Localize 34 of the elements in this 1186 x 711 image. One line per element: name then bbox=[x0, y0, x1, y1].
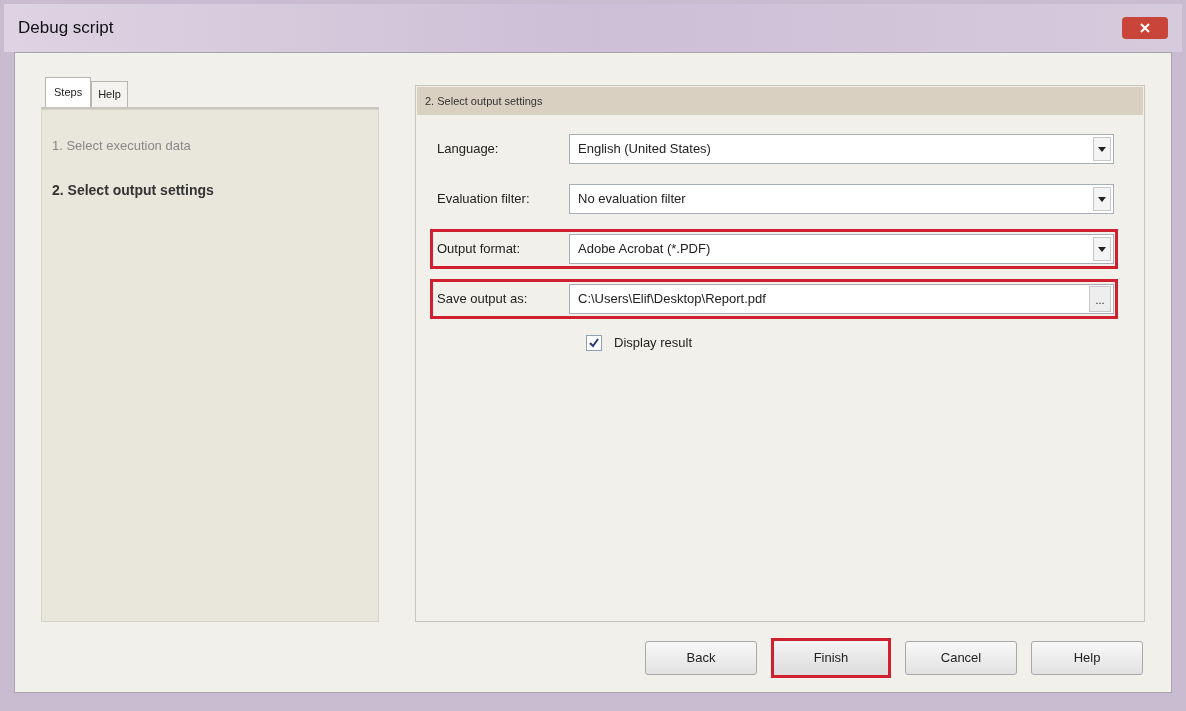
dialog-button[interactable]: Help bbox=[1031, 641, 1143, 675]
close-button[interactable] bbox=[1122, 17, 1168, 39]
field-value: C:\Users\Elif\Desktop\Report.pdf bbox=[577, 290, 767, 309]
dropdown-button[interactable] bbox=[1093, 137, 1111, 161]
input-field[interactable]: No evaluation filter bbox=[569, 184, 1114, 214]
input-field[interactable]: C:\Users\Elif\Desktop\Report.pdf ... bbox=[569, 284, 1114, 314]
field-value: English (United States) bbox=[577, 140, 712, 159]
dialog-button[interactable]: Cancel bbox=[905, 641, 1017, 675]
check-icon bbox=[589, 337, 599, 348]
step-item: 1. Select execution data bbox=[52, 137, 192, 155]
tab[interactable]: Steps bbox=[45, 77, 92, 107]
checkbox[interactable] bbox=[586, 334, 602, 351]
dropdown-arrow-icon bbox=[1098, 196, 1106, 202]
field-label: Language: bbox=[437, 140, 500, 159]
dialog-button[interactable]: Finish bbox=[771, 638, 891, 678]
checkbox-label: Display result bbox=[614, 334, 693, 352]
window-title: Debug script bbox=[18, 17, 114, 40]
field-label: Evaluation filter: bbox=[437, 190, 531, 209]
browse-button[interactable]: ... bbox=[1089, 286, 1111, 312]
input-field[interactable]: English (United States) bbox=[569, 134, 1114, 164]
dialog-button[interactable]: Back bbox=[645, 641, 757, 675]
dropdown-button[interactable] bbox=[1093, 237, 1111, 261]
dropdown-button[interactable] bbox=[1093, 187, 1111, 211]
input-field[interactable]: Adobe Acrobat (*.PDF) bbox=[569, 234, 1114, 264]
field-label: Save output as: bbox=[437, 290, 529, 309]
field-value: Adobe Acrobat (*.PDF) bbox=[577, 240, 712, 259]
field-value: No evaluation filter bbox=[577, 190, 687, 209]
panel-header: 2. Select output settings bbox=[417, 87, 1143, 115]
dropdown-arrow-icon bbox=[1098, 246, 1106, 252]
step-item: 2. Select output settings bbox=[52, 180, 215, 200]
tab[interactable]: Help bbox=[91, 81, 128, 107]
dropdown-arrow-icon bbox=[1098, 146, 1106, 152]
close-icon bbox=[1140, 23, 1150, 33]
field-label: Output format: bbox=[437, 240, 522, 259]
